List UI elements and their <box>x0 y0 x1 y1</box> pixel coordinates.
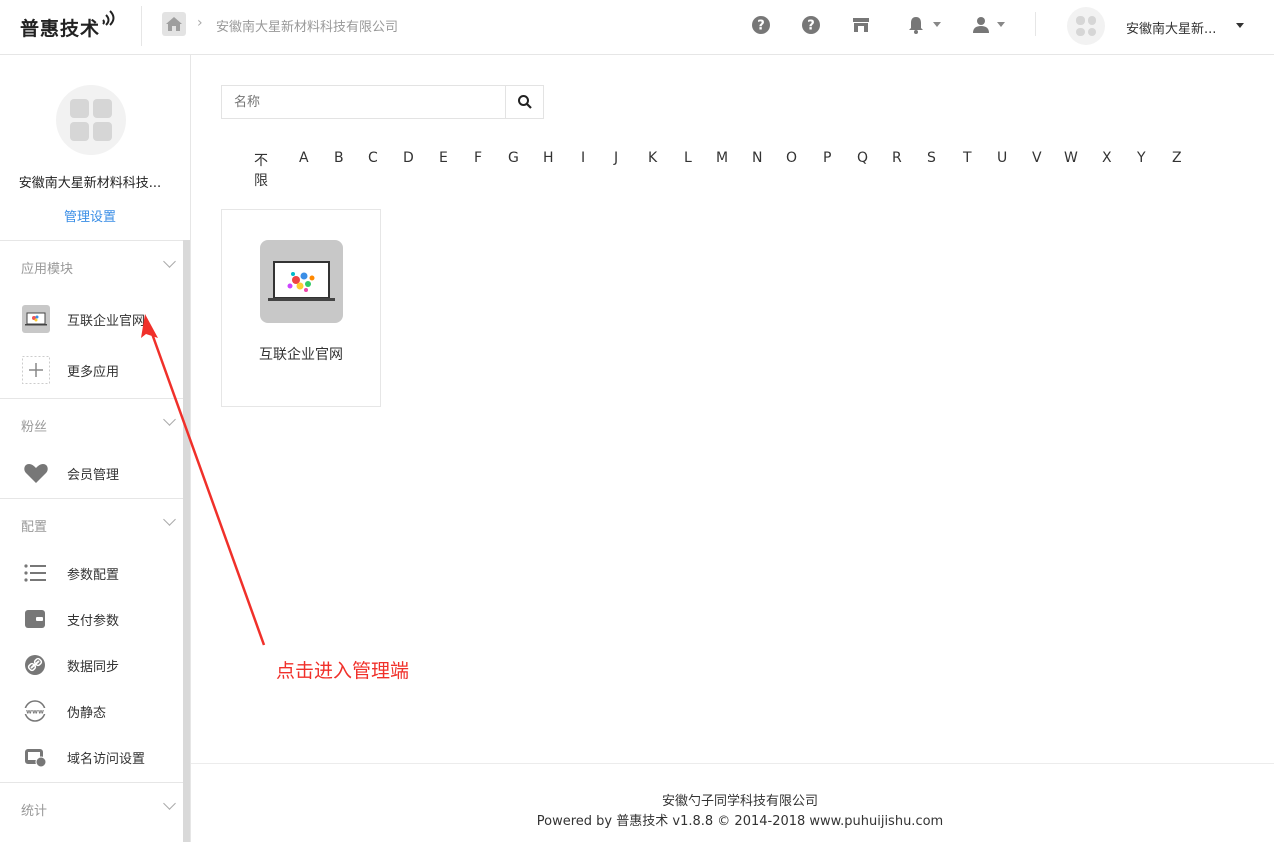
footer-powered[interactable]: Powered by 普惠技术 v1.8.8 © 2014-2018 www.p… <box>191 810 1274 829</box>
annotation-arrow <box>141 314 266 646</box>
divider <box>191 763 1274 764</box>
annotation-text: 点击进入管理端 <box>276 660 410 682</box>
footer-company: 安徽勺子同学科技有限公司 <box>661 794 818 809</box>
